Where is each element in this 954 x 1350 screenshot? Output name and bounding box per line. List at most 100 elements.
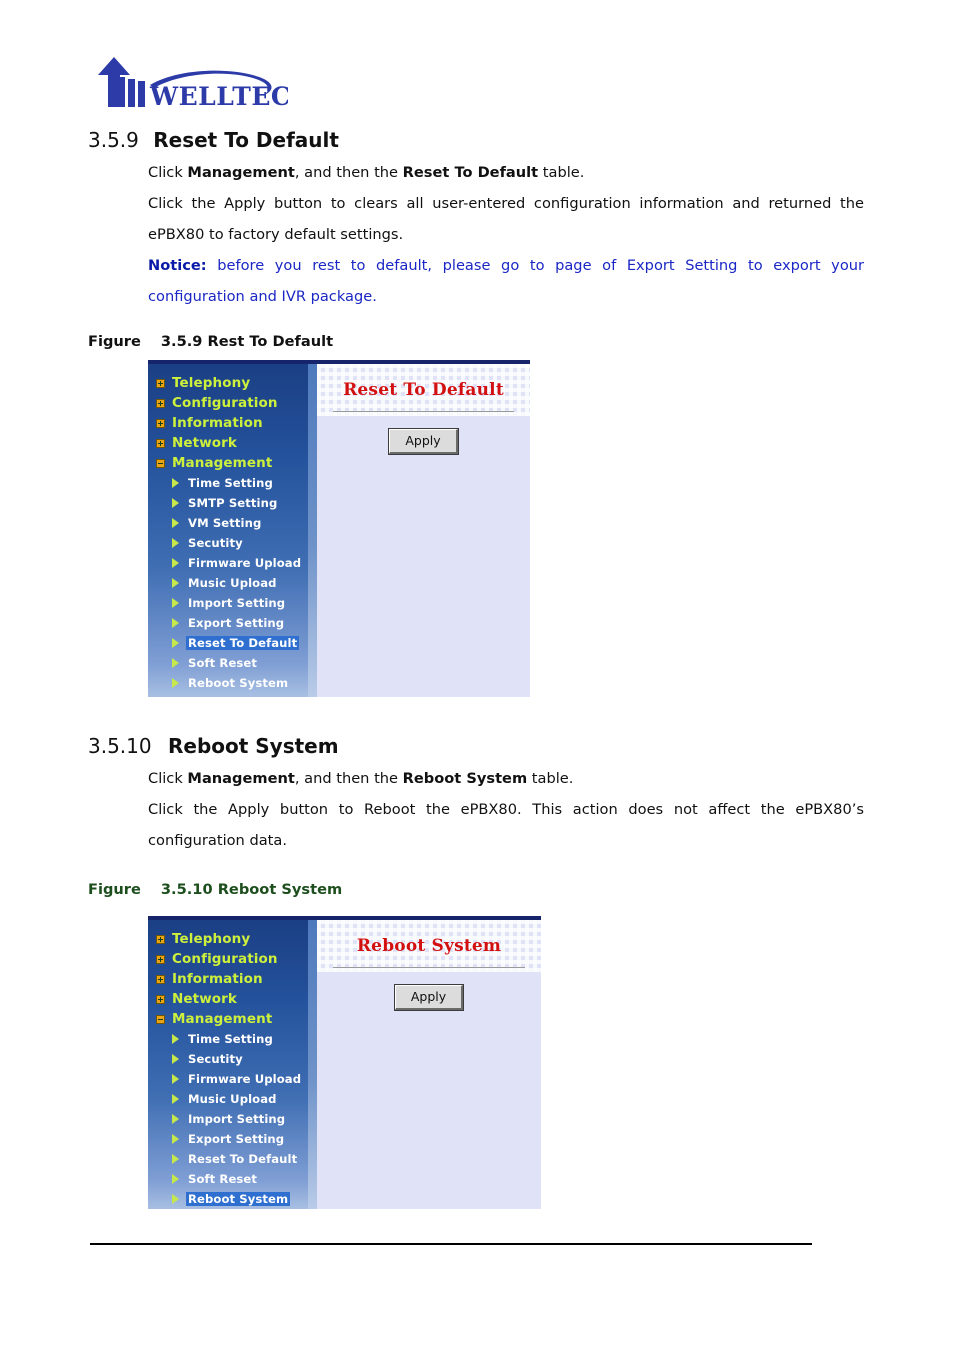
paragraph-click-path: Click Management, and then the Reset To … xyxy=(148,157,864,188)
bold-table-name: Reset To Default xyxy=(402,164,539,181)
nav-item-label: Management xyxy=(172,1011,273,1027)
plus-icon[interactable] xyxy=(156,934,165,944)
text-run: Click xyxy=(148,164,188,181)
nav-item-telephony[interactable]: Telephony xyxy=(148,929,317,949)
section-title: Reset To Default xyxy=(153,128,339,152)
text-run: table. xyxy=(527,770,574,787)
nav-subitem-import-setting[interactable]: Import Setting xyxy=(148,593,317,613)
nav-item-information[interactable]: Information xyxy=(148,969,317,989)
apply-button[interactable]: Apply xyxy=(388,428,459,455)
nav-subitem-label: Reboot System xyxy=(188,676,289,690)
section-3510-body: Click Management, and then the Reboot Sy… xyxy=(148,763,864,856)
triangle-right-icon xyxy=(172,1154,179,1164)
nav-subitem-reboot-system[interactable]: Reboot System xyxy=(148,1189,317,1209)
figure-caption-text: 3.5.9 Rest To Default xyxy=(160,333,334,350)
nav-item-label: Network xyxy=(172,435,237,451)
plus-icon[interactable] xyxy=(156,994,165,1004)
device-ui-screenshot-reset-to-default: Telephony Configuration Information Network… xyxy=(148,360,530,697)
notice-paragraph: Notice: before you rest to default, plea… xyxy=(148,250,864,312)
section-number: 3.5.9 xyxy=(88,128,139,152)
nav-subitem-label-selected: Reboot System xyxy=(186,1192,291,1206)
welltech-arrow-logo: WELLTECH xyxy=(98,57,288,111)
plus-icon[interactable] xyxy=(156,398,165,408)
nav-subitem-label: Firmware Upload xyxy=(188,556,302,570)
nav-item-label: Management xyxy=(172,455,273,471)
nav-subitem-firmware-upload[interactable]: Firmware Upload xyxy=(148,553,317,573)
nav-item-management[interactable]: Management xyxy=(148,453,317,473)
nav-item-telephony[interactable]: Telephony xyxy=(148,373,317,393)
nav-subitem-time-setting[interactable]: Time Setting xyxy=(148,1029,317,1049)
nav-subitem-label: Import Setting xyxy=(188,1112,286,1126)
triangle-right-icon xyxy=(172,1054,179,1064)
nav-item-network[interactable]: Network xyxy=(148,433,317,453)
device-ui-screenshot-reboot-system: Telephony Configuration Information Network… xyxy=(148,916,541,1209)
text-run: Click xyxy=(148,770,188,787)
nav-item-label: Configuration xyxy=(172,395,278,411)
nav-subitem-label: Music Upload xyxy=(188,1092,277,1106)
section-359-body: Click Management, and then the Reset To … xyxy=(148,157,864,312)
nav-subitem-export-setting[interactable]: Export Setting xyxy=(148,1129,317,1149)
nav-subitem-smtp-setting[interactable]: SMTP Setting xyxy=(148,493,317,513)
nav-subitem-music-upload[interactable]: Music Upload xyxy=(148,1089,317,1109)
plus-icon[interactable] xyxy=(156,954,165,964)
panel-title: Reset To Default xyxy=(343,380,504,400)
nav-subitem-reset-to-default[interactable]: Reset To Default xyxy=(148,633,317,653)
bold-table-name: Reboot System xyxy=(402,770,528,787)
minus-icon[interactable] xyxy=(156,1014,165,1024)
nav-item-label: Network xyxy=(172,991,237,1007)
nav-item-label: Configuration xyxy=(172,951,278,967)
triangle-right-icon xyxy=(172,498,179,508)
device-nav-sidebar[interactable]: Telephony Configuration Information Network… xyxy=(148,920,317,1209)
minus-icon[interactable] xyxy=(156,458,165,468)
apply-button[interactable]: Apply xyxy=(393,984,465,1011)
nav-subitem-label: SMTP Setting xyxy=(188,496,278,510)
nav-subitem-import-setting[interactable]: Import Setting xyxy=(148,1109,317,1129)
plus-icon[interactable] xyxy=(156,418,165,428)
paragraph-description: Click the Apply button to Reboot the ePB… xyxy=(148,801,864,849)
nav-subitem-soft-reset[interactable]: Soft Reset xyxy=(148,1169,317,1189)
apply-button-wrap: Apply xyxy=(317,428,530,455)
nav-subitem-label: Export Setting xyxy=(188,616,285,630)
nav-item-management[interactable]: Management xyxy=(148,1009,317,1029)
nav-subitem-label-selected: Reset To Default xyxy=(186,636,300,650)
nav-subitem-reset-to-default[interactable]: Reset To Default xyxy=(148,1149,317,1169)
nav-subitem-label: Soft Reset xyxy=(188,656,258,670)
nav-subitem-firmware-upload[interactable]: Firmware Upload xyxy=(148,1069,317,1089)
triangle-right-icon xyxy=(172,478,179,488)
nav-subitem-soft-reset[interactable]: Soft Reset xyxy=(148,653,317,673)
triangle-right-icon xyxy=(172,558,179,568)
nav-item-label: Information xyxy=(172,971,263,987)
footer-divider xyxy=(90,1243,812,1245)
nav-subitem-label: Secutity xyxy=(188,1052,243,1066)
plus-icon[interactable] xyxy=(156,438,165,448)
triangle-right-icon xyxy=(172,658,179,668)
nav-item-configuration[interactable]: Configuration xyxy=(148,949,317,969)
triangle-right-icon xyxy=(172,578,179,588)
nav-item-network[interactable]: Network xyxy=(148,989,317,1009)
plus-icon[interactable] xyxy=(156,378,165,388)
nav-subitem-time-setting[interactable]: Time Setting xyxy=(148,473,317,493)
nav-subitem-label: Export Setting xyxy=(188,1132,285,1146)
nav-subitem-vm-setting[interactable]: VM Setting xyxy=(148,513,317,533)
nav-item-configuration[interactable]: Configuration xyxy=(148,393,317,413)
nav-subitem-label: Time Setting xyxy=(188,476,273,490)
apply-button-wrap: Apply xyxy=(317,984,541,1011)
nav-subitem-reboot-system[interactable]: Reboot System xyxy=(148,673,317,693)
nav-subitem-secutity[interactable]: Secutity xyxy=(148,533,317,553)
notice-text: before you rest to default, please go to… xyxy=(148,257,864,305)
triangle-right-icon xyxy=(172,518,179,528)
triangle-right-icon xyxy=(172,638,179,648)
nav-subitem-label: Firmware Upload xyxy=(188,1072,302,1086)
plus-icon[interactable] xyxy=(156,974,165,984)
triangle-right-icon xyxy=(172,1194,179,1204)
device-nav-sidebar[interactable]: Telephony Configuration Information Network… xyxy=(148,364,317,697)
nav-subitem-export-setting[interactable]: Export Setting xyxy=(148,613,317,633)
triangle-right-icon xyxy=(172,1094,179,1104)
panel-divider xyxy=(333,967,525,968)
nav-item-information[interactable]: Information xyxy=(148,413,317,433)
nav-subitem-label: Reset To Default xyxy=(188,1152,298,1166)
bold-management: Management xyxy=(187,164,295,181)
device-content-panel: Reset To Default Apply xyxy=(317,364,530,697)
nav-subitem-secutity[interactable]: Secutity xyxy=(148,1049,317,1069)
nav-subitem-music-upload[interactable]: Music Upload xyxy=(148,573,317,593)
